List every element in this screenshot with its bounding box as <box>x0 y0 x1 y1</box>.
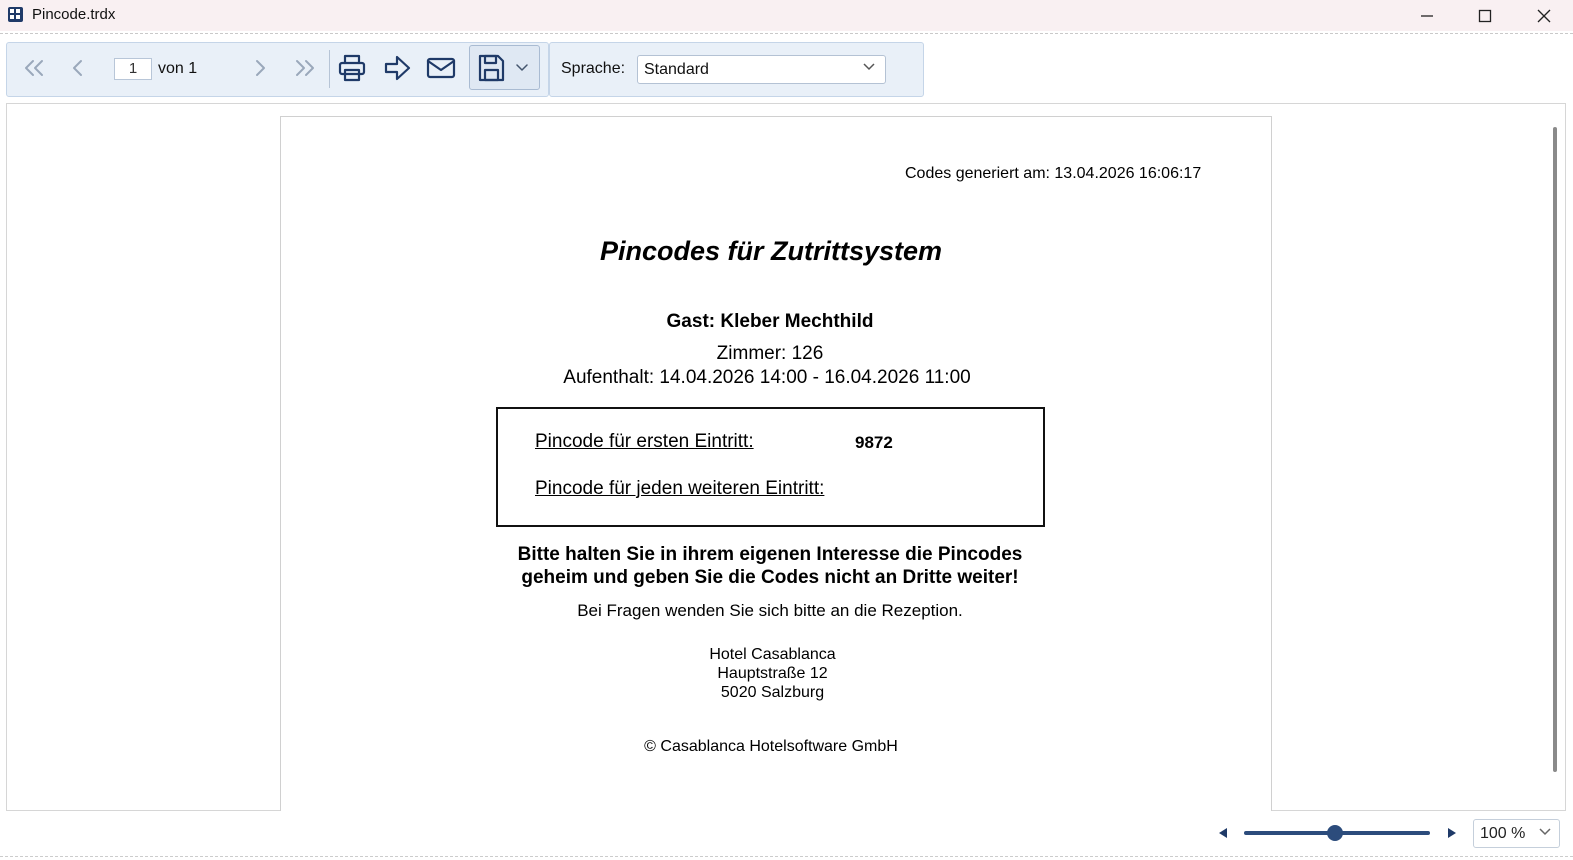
pin-first-label: Pincode für ersten Eintritt: <box>535 431 754 452</box>
zoom-slider-thumb[interactable] <box>1327 825 1343 841</box>
pin-first-value: 9872 <box>855 433 893 452</box>
pin-further-label: Pincode für jeden weiteren Eintritt: <box>535 478 825 499</box>
title-bar: Pincode.trdx <box>0 0 1573 31</box>
copyright-text: © Casablanca Hotelsoftware GmbH <box>644 738 898 755</box>
guest-name: Gast: Kleber Mechthild <box>666 311 874 332</box>
last-page-button[interactable] <box>291 56 319 80</box>
export-button[interactable] <box>381 52 413 84</box>
chevron-right-icon <box>256 60 265 76</box>
zoom-select[interactable]: 100 % <box>1473 819 1560 848</box>
close-icon <box>1537 9 1551 22</box>
pincode-box: Pincode für ersten Eintritt: 9872 Pincod… <box>496 407 1045 527</box>
vertical-scrollbar[interactable] <box>1553 127 1557 772</box>
chevron-down-icon <box>863 63 875 71</box>
save-button[interactable] <box>475 52 507 84</box>
arrow-right-icon <box>384 55 411 81</box>
language-value: Standard <box>644 61 709 78</box>
double-chevron-right-icon <box>296 60 314 76</box>
statusbar-divider <box>0 856 1573 857</box>
app-icon <box>8 7 23 22</box>
hotel-name: Hotel Casablanca <box>709 646 836 663</box>
print-button[interactable] <box>336 52 368 84</box>
warning-line-1: Bitte halten Sie in ihrem eigenen Intere… <box>517 544 1023 565</box>
triangle-left-icon <box>1219 828 1227 838</box>
warning-line-2: geheim und geben Sie die Codes nicht an … <box>521 567 1019 588</box>
titlebar-divider <box>0 33 1573 34</box>
hotel-street: Hauptstraße 12 <box>717 665 828 682</box>
save-icon <box>478 54 505 82</box>
maximize-button[interactable] <box>1456 0 1514 31</box>
stay-period: Aufenthalt: 14.04.2026 14:00 - 16.04.202… <box>563 367 971 388</box>
zoom-out-button[interactable] <box>1215 825 1231 841</box>
double-chevron-left-icon <box>25 60 43 76</box>
previous-page-button[interactable] <box>66 56 90 80</box>
printer-icon <box>338 54 366 82</box>
minimize-icon <box>1421 14 1433 17</box>
email-button[interactable] <box>425 52 457 84</box>
window-title: Pincode.trdx <box>32 6 116 23</box>
language-select[interactable]: Standard <box>637 55 886 84</box>
room-number: Zimmer: 126 <box>716 343 824 364</box>
language-label: Sprache: <box>561 60 626 77</box>
generated-timestamp: Codes generiert am: 13.04.2026 16:06:17 <box>905 165 1202 182</box>
minimize-button[interactable] <box>1398 0 1456 31</box>
maximize-icon <box>1478 9 1492 22</box>
save-dropdown-chevron[interactable] <box>514 60 530 76</box>
close-button[interactable] <box>1515 0 1573 31</box>
chevron-left-icon <box>73 60 82 76</box>
report-title: Pincodes für Zutrittsystem <box>599 236 943 266</box>
page-number-input[interactable]: 1 <box>114 58 152 80</box>
questions-note: Bei Fragen wenden Sie sich bitte an die … <box>577 601 963 620</box>
triangle-right-icon <box>1448 828 1456 838</box>
first-page-button[interactable] <box>20 56 48 80</box>
zoom-value: 100 % <box>1480 825 1526 842</box>
toolbar-separator <box>329 50 330 88</box>
next-page-button[interactable] <box>248 56 272 80</box>
mail-icon <box>426 57 456 79</box>
chevron-down-icon <box>516 64 528 71</box>
zoom-in-button[interactable] <box>1444 825 1460 841</box>
page-count-label: von 1 <box>158 60 198 77</box>
hotel-city: 5020 Salzburg <box>720 684 825 701</box>
chevron-down-icon <box>1539 828 1551 836</box>
